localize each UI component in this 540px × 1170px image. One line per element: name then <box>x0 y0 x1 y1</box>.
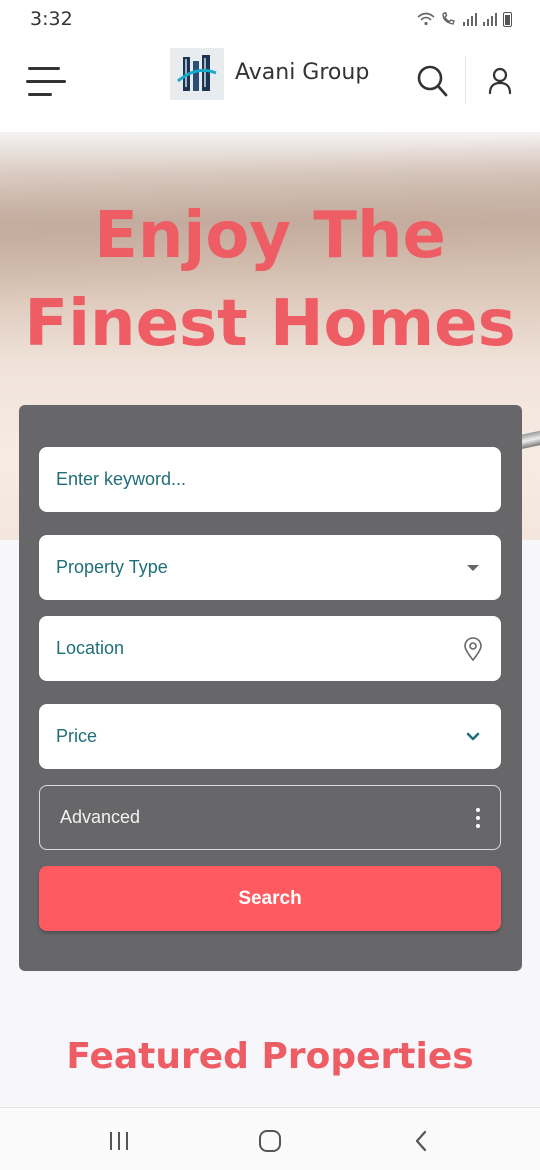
price-label: Price <box>56 726 98 746</box>
wifi-icon <box>417 12 435 26</box>
signal-icon-2 <box>483 12 497 26</box>
status-bar: 3:32 <box>0 0 540 38</box>
search-button[interactable] <box>414 63 450 99</box>
advanced-toggle[interactable]: Advanced <box>39 785 501 850</box>
brand-name[interactable]: Avani Group <box>235 60 369 85</box>
advanced-label: Advanced <box>60 807 141 827</box>
hamburger-menu-button[interactable] <box>26 64 68 100</box>
map-pin-icon <box>462 636 484 661</box>
property-type-select[interactable]: Property Type <box>39 535 501 600</box>
chevron-down-icon <box>462 726 484 748</box>
caret-down-icon <box>462 557 484 579</box>
location-input[interactable]: Location <box>39 616 501 681</box>
home-button[interactable] <box>255 1126 285 1156</box>
hero-title-line-1: Enjoy The <box>94 199 446 273</box>
property-type-label: Property Type <box>56 557 168 577</box>
search-icon <box>417 65 448 97</box>
logo-icon <box>177 55 217 91</box>
back-button[interactable] <box>406 1126 436 1156</box>
status-icons <box>417 11 512 27</box>
brand-logo[interactable] <box>170 48 224 100</box>
search-panel: Enter keyword... Property Type Location … <box>19 405 522 971</box>
header-divider <box>465 56 466 104</box>
app-header: Avani Group <box>0 38 540 132</box>
recent-apps-button[interactable] <box>104 1126 134 1156</box>
battery-icon <box>503 11 512 27</box>
location-label: Location <box>56 638 125 658</box>
user-icon <box>488 67 512 95</box>
search-submit-button[interactable]: Search <box>39 866 501 931</box>
account-button[interactable] <box>484 65 516 97</box>
back-icon <box>415 1130 427 1152</box>
recent-apps-icon <box>110 1132 128 1150</box>
home-icon <box>259 1130 281 1152</box>
hero-title: Enjoy The Finest Homes <box>0 192 540 368</box>
menu-line <box>28 93 52 96</box>
keyword-placeholder: Enter keyword... <box>56 469 187 489</box>
signal-icon <box>463 12 477 26</box>
menu-line <box>26 80 66 83</box>
menu-line <box>28 67 60 70</box>
keyword-input[interactable]: Enter keyword... <box>39 447 501 512</box>
more-vertical-icon <box>476 807 480 828</box>
featured-properties-heading: Featured Properties <box>66 1036 474 1077</box>
hero-title-line-2: Finest Homes <box>24 287 516 361</box>
system-nav-bar <box>0 1107 540 1170</box>
price-select[interactable]: Price <box>39 704 501 769</box>
call-icon <box>442 12 455 25</box>
status-time: 3:32 <box>30 8 73 30</box>
